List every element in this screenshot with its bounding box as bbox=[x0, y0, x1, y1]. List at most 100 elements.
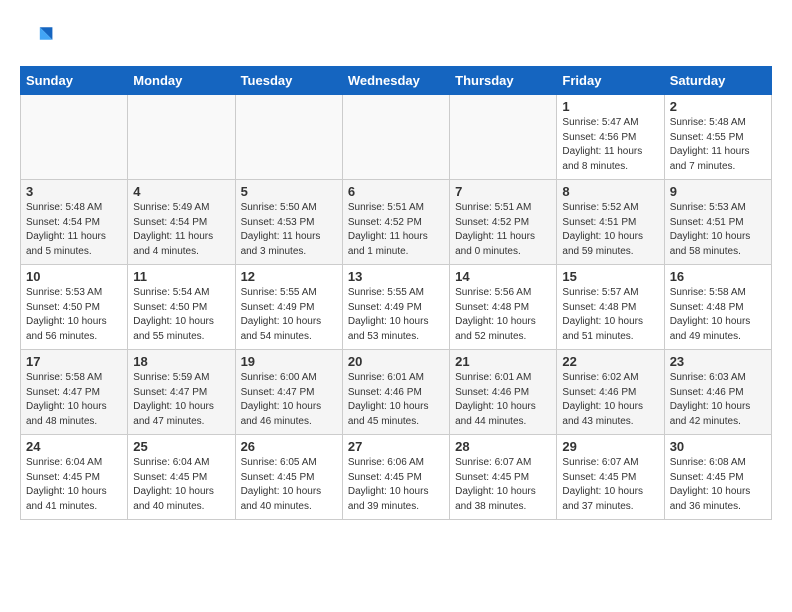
logo bbox=[20, 20, 60, 56]
day-number: 21 bbox=[455, 354, 551, 369]
day-cell: 10 Sunrise: 5:53 AM Sunset: 4:50 PM Dayl… bbox=[21, 265, 128, 350]
day-cell: 3 Sunrise: 5:48 AM Sunset: 4:54 PM Dayli… bbox=[21, 180, 128, 265]
day-info: Sunrise: 5:53 AM Sunset: 4:51 PM Dayligh… bbox=[670, 201, 766, 259]
day-info: Sunrise: 6:03 AM Sunset: 4:46 PM Dayligh… bbox=[670, 371, 766, 429]
day-cell: 17 Sunrise: 5:58 AM Sunset: 4:47 PM Dayl… bbox=[21, 350, 128, 435]
day-info: Sunrise: 5:56 AM Sunset: 4:48 PM Dayligh… bbox=[455, 286, 551, 344]
day-number: 5 bbox=[241, 184, 337, 199]
day-info: Sunrise: 5:50 AM Sunset: 4:53 PM Dayligh… bbox=[241, 201, 337, 259]
day-number: 25 bbox=[133, 439, 229, 454]
day-number: 30 bbox=[670, 439, 766, 454]
header-day: Thursday bbox=[450, 67, 557, 95]
day-number: 3 bbox=[26, 184, 122, 199]
day-cell: 16 Sunrise: 5:58 AM Sunset: 4:48 PM Dayl… bbox=[664, 265, 771, 350]
day-cell: 2 Sunrise: 5:48 AM Sunset: 4:55 PM Dayli… bbox=[664, 95, 771, 180]
day-number: 18 bbox=[133, 354, 229, 369]
day-cell: 18 Sunrise: 5:59 AM Sunset: 4:47 PM Dayl… bbox=[128, 350, 235, 435]
week-row: 10 Sunrise: 5:53 AM Sunset: 4:50 PM Dayl… bbox=[21, 265, 772, 350]
day-info: Sunrise: 6:04 AM Sunset: 4:45 PM Dayligh… bbox=[133, 456, 229, 514]
day-cell: 8 Sunrise: 5:52 AM Sunset: 4:51 PM Dayli… bbox=[557, 180, 664, 265]
day-number: 29 bbox=[562, 439, 658, 454]
day-info: Sunrise: 5:51 AM Sunset: 4:52 PM Dayligh… bbox=[348, 201, 444, 259]
day-cell: 28 Sunrise: 6:07 AM Sunset: 4:45 PM Dayl… bbox=[450, 435, 557, 520]
day-cell: 23 Sunrise: 6:03 AM Sunset: 4:46 PM Dayl… bbox=[664, 350, 771, 435]
day-info: Sunrise: 6:07 AM Sunset: 4:45 PM Dayligh… bbox=[455, 456, 551, 514]
day-cell: 14 Sunrise: 5:56 AM Sunset: 4:48 PM Dayl… bbox=[450, 265, 557, 350]
day-number: 12 bbox=[241, 269, 337, 284]
day-number: 7 bbox=[455, 184, 551, 199]
week-row: 3 Sunrise: 5:48 AM Sunset: 4:54 PM Dayli… bbox=[21, 180, 772, 265]
day-cell: 27 Sunrise: 6:06 AM Sunset: 4:45 PM Dayl… bbox=[342, 435, 449, 520]
day-info: Sunrise: 6:01 AM Sunset: 4:46 PM Dayligh… bbox=[455, 371, 551, 429]
logo-icon bbox=[20, 20, 56, 56]
day-cell: 29 Sunrise: 6:07 AM Sunset: 4:45 PM Dayl… bbox=[557, 435, 664, 520]
day-number: 9 bbox=[670, 184, 766, 199]
day-info: Sunrise: 6:02 AM Sunset: 4:46 PM Dayligh… bbox=[562, 371, 658, 429]
day-cell bbox=[128, 95, 235, 180]
day-info: Sunrise: 5:48 AM Sunset: 4:55 PM Dayligh… bbox=[670, 116, 766, 174]
day-cell bbox=[21, 95, 128, 180]
day-info: Sunrise: 6:04 AM Sunset: 4:45 PM Dayligh… bbox=[26, 456, 122, 514]
header-day: Monday bbox=[128, 67, 235, 95]
day-cell bbox=[342, 95, 449, 180]
header-day: Saturday bbox=[664, 67, 771, 95]
header-day: Tuesday bbox=[235, 67, 342, 95]
day-info: Sunrise: 5:53 AM Sunset: 4:50 PM Dayligh… bbox=[26, 286, 122, 344]
day-info: Sunrise: 5:49 AM Sunset: 4:54 PM Dayligh… bbox=[133, 201, 229, 259]
day-number: 2 bbox=[670, 99, 766, 114]
day-cell: 4 Sunrise: 5:49 AM Sunset: 4:54 PM Dayli… bbox=[128, 180, 235, 265]
day-info: Sunrise: 5:57 AM Sunset: 4:48 PM Dayligh… bbox=[562, 286, 658, 344]
day-cell: 21 Sunrise: 6:01 AM Sunset: 4:46 PM Dayl… bbox=[450, 350, 557, 435]
day-cell: 19 Sunrise: 6:00 AM Sunset: 4:47 PM Dayl… bbox=[235, 350, 342, 435]
day-info: Sunrise: 6:06 AM Sunset: 4:45 PM Dayligh… bbox=[348, 456, 444, 514]
day-number: 1 bbox=[562, 99, 658, 114]
day-number: 22 bbox=[562, 354, 658, 369]
day-cell bbox=[450, 95, 557, 180]
day-number: 17 bbox=[26, 354, 122, 369]
day-cell: 15 Sunrise: 5:57 AM Sunset: 4:48 PM Dayl… bbox=[557, 265, 664, 350]
day-number: 13 bbox=[348, 269, 444, 284]
header-row: SundayMondayTuesdayWednesdayThursdayFrid… bbox=[21, 67, 772, 95]
day-cell: 22 Sunrise: 6:02 AM Sunset: 4:46 PM Dayl… bbox=[557, 350, 664, 435]
page-header bbox=[20, 20, 772, 56]
day-info: Sunrise: 5:55 AM Sunset: 4:49 PM Dayligh… bbox=[241, 286, 337, 344]
day-cell: 12 Sunrise: 5:55 AM Sunset: 4:49 PM Dayl… bbox=[235, 265, 342, 350]
day-cell: 25 Sunrise: 6:04 AM Sunset: 4:45 PM Dayl… bbox=[128, 435, 235, 520]
day-cell: 5 Sunrise: 5:50 AM Sunset: 4:53 PM Dayli… bbox=[235, 180, 342, 265]
day-cell: 11 Sunrise: 5:54 AM Sunset: 4:50 PM Dayl… bbox=[128, 265, 235, 350]
day-number: 8 bbox=[562, 184, 658, 199]
day-number: 26 bbox=[241, 439, 337, 454]
day-number: 14 bbox=[455, 269, 551, 284]
day-cell: 1 Sunrise: 5:47 AM Sunset: 4:56 PM Dayli… bbox=[557, 95, 664, 180]
header-day: Friday bbox=[557, 67, 664, 95]
day-number: 16 bbox=[670, 269, 766, 284]
day-info: Sunrise: 5:59 AM Sunset: 4:47 PM Dayligh… bbox=[133, 371, 229, 429]
day-info: Sunrise: 6:08 AM Sunset: 4:45 PM Dayligh… bbox=[670, 456, 766, 514]
day-cell: 6 Sunrise: 5:51 AM Sunset: 4:52 PM Dayli… bbox=[342, 180, 449, 265]
day-info: Sunrise: 5:52 AM Sunset: 4:51 PM Dayligh… bbox=[562, 201, 658, 259]
day-info: Sunrise: 5:55 AM Sunset: 4:49 PM Dayligh… bbox=[348, 286, 444, 344]
day-number: 27 bbox=[348, 439, 444, 454]
day-cell: 13 Sunrise: 5:55 AM Sunset: 4:49 PM Dayl… bbox=[342, 265, 449, 350]
day-info: Sunrise: 6:00 AM Sunset: 4:47 PM Dayligh… bbox=[241, 371, 337, 429]
day-info: Sunrise: 5:58 AM Sunset: 4:47 PM Dayligh… bbox=[26, 371, 122, 429]
day-cell bbox=[235, 95, 342, 180]
day-info: Sunrise: 5:58 AM Sunset: 4:48 PM Dayligh… bbox=[670, 286, 766, 344]
day-cell: 24 Sunrise: 6:04 AM Sunset: 4:45 PM Dayl… bbox=[21, 435, 128, 520]
day-cell: 9 Sunrise: 5:53 AM Sunset: 4:51 PM Dayli… bbox=[664, 180, 771, 265]
day-number: 4 bbox=[133, 184, 229, 199]
day-info: Sunrise: 5:54 AM Sunset: 4:50 PM Dayligh… bbox=[133, 286, 229, 344]
day-info: Sunrise: 5:51 AM Sunset: 4:52 PM Dayligh… bbox=[455, 201, 551, 259]
day-cell: 30 Sunrise: 6:08 AM Sunset: 4:45 PM Dayl… bbox=[664, 435, 771, 520]
week-row: 24 Sunrise: 6:04 AM Sunset: 4:45 PM Dayl… bbox=[21, 435, 772, 520]
day-number: 11 bbox=[133, 269, 229, 284]
day-number: 23 bbox=[670, 354, 766, 369]
day-cell: 7 Sunrise: 5:51 AM Sunset: 4:52 PM Dayli… bbox=[450, 180, 557, 265]
day-number: 24 bbox=[26, 439, 122, 454]
day-info: Sunrise: 5:47 AM Sunset: 4:56 PM Dayligh… bbox=[562, 116, 658, 174]
day-number: 15 bbox=[562, 269, 658, 284]
week-row: 1 Sunrise: 5:47 AM Sunset: 4:56 PM Dayli… bbox=[21, 95, 772, 180]
header-day: Wednesday bbox=[342, 67, 449, 95]
day-number: 28 bbox=[455, 439, 551, 454]
calendar-table: SundayMondayTuesdayWednesdayThursdayFrid… bbox=[20, 66, 772, 520]
